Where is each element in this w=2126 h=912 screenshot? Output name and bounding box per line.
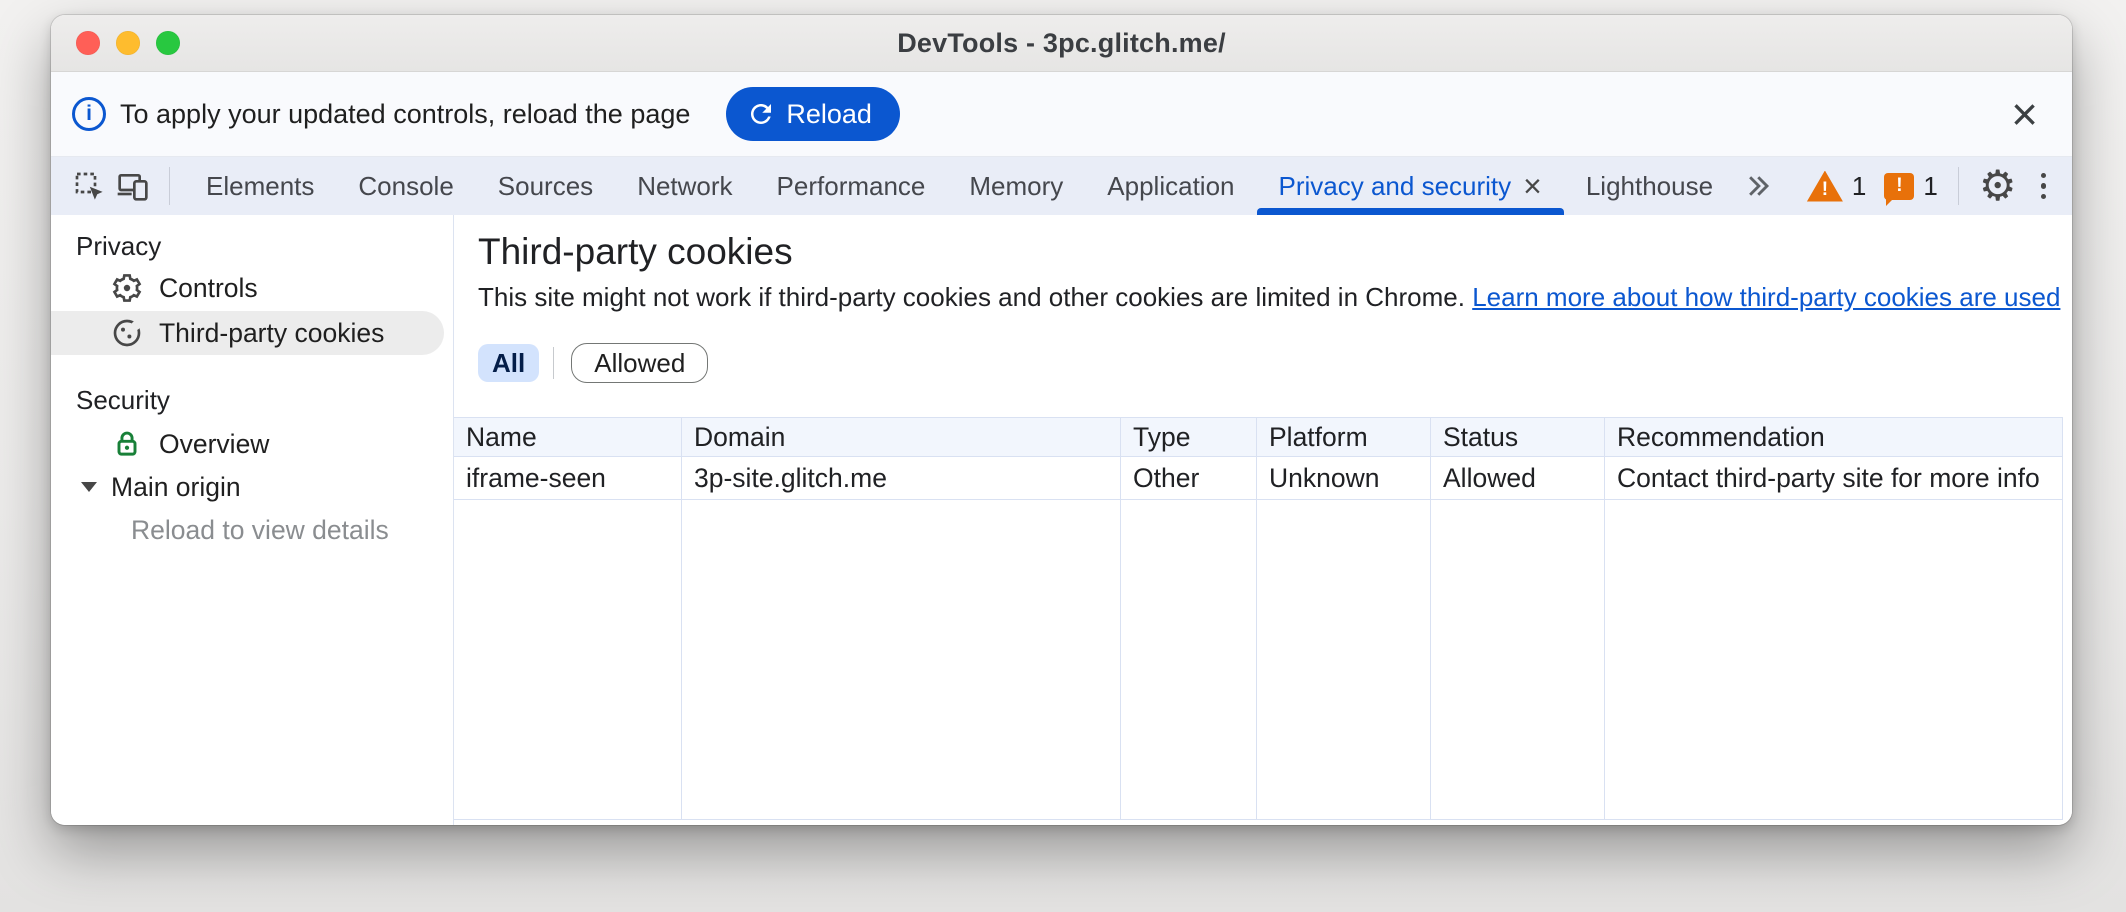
tab-application[interactable]: Application [1085, 157, 1256, 215]
tab-network[interactable]: Network [615, 157, 754, 215]
filter-chip-all[interactable]: All [478, 344, 539, 382]
tree-detail-text: Reload to view details [131, 515, 389, 546]
table-cell-status[interactable]: Allowed [1431, 457, 1605, 500]
table-empty-area [1121, 500, 1257, 819]
sidebar-section-privacy: Privacy [76, 231, 161, 262]
warning-count: 1 [1852, 171, 1866, 202]
devtools-window: DevTools - 3pc.glitch.me/ i To apply you… [51, 15, 2072, 825]
settings-gear-icon[interactable]: ⚙ [1979, 165, 2017, 207]
panel-description: This site might not work if third-party … [478, 282, 2060, 313]
table-cell-recommendation[interactable]: Contact third-party site for more info [1605, 457, 2063, 500]
table-empty-area [682, 500, 1121, 819]
tab-console[interactable]: Console [336, 157, 475, 215]
device-toolbar-icon[interactable] [111, 157, 155, 215]
sidebar-item-third-party-cookies[interactable]: Third-party cookies [51, 311, 444, 355]
cookie-icon [111, 317, 143, 349]
sidebar-item-controls[interactable]: Controls [51, 266, 444, 310]
table-empty-area [1257, 500, 1431, 819]
privacy-security-sidebar: Privacy Controls [51, 215, 454, 825]
warnings-indicator[interactable]: ! 1 [1807, 171, 1866, 202]
devtools-toolbar: Elements Console Sources Network Perform… [51, 157, 2072, 215]
toolbar-divider [1958, 167, 1959, 205]
filter-chips: All Allowed [478, 343, 708, 383]
table-empty-area [1605, 500, 2063, 819]
lock-icon [111, 428, 143, 460]
infobar-close-icon[interactable]: × [2007, 91, 2042, 137]
warning-triangle-icon: ! [1807, 171, 1843, 202]
content-area: Privacy Controls [51, 215, 2072, 825]
titlebar: DevTools - 3pc.glitch.me/ [51, 15, 2072, 72]
toolbar-right-group: ! 1 ! 1 ⚙ [1807, 157, 2072, 215]
gear-icon [111, 272, 143, 304]
chip-divider [553, 347, 554, 379]
filter-chip-allowed[interactable]: Allowed [571, 343, 708, 383]
column-header-platform[interactable]: Platform [1257, 418, 1431, 457]
column-header-status[interactable]: Status [1431, 418, 1605, 457]
sidebar-item-label: Controls [159, 273, 258, 304]
sidebar-section-security: Security [76, 385, 170, 416]
issue-count: 1 [1923, 171, 1937, 202]
tab-lighthouse[interactable]: Lighthouse [1564, 157, 1735, 215]
learn-more-link[interactable]: Learn more about how third-party cookies… [1472, 282, 2060, 312]
column-header-type[interactable]: Type [1121, 418, 1257, 457]
window-title: DevTools - 3pc.glitch.me/ [51, 28, 2072, 59]
reload-button-label: Reload [786, 99, 872, 130]
inspect-element-icon[interactable] [67, 157, 111, 215]
column-header-recommendation[interactable]: Recommendation [1605, 418, 2063, 457]
toolbar-divider [169, 167, 170, 205]
chevron-down-icon [81, 482, 97, 492]
sidebar-item-overview[interactable]: Overview [51, 422, 444, 466]
infobar-message: To apply your updated controls, reload t… [120, 99, 690, 130]
table-empty-area [454, 500, 682, 819]
kebab-menu-icon[interactable] [2035, 167, 2053, 206]
table-empty-area [1431, 500, 1605, 819]
tab-memory[interactable]: Memory [947, 157, 1085, 215]
page-title: Third-party cookies [478, 231, 793, 273]
sidebar-tree-main-origin[interactable]: Main origin [81, 467, 241, 507]
chevron-double-right-icon[interactable] [1735, 157, 1779, 215]
table-cell-name[interactable]: iframe-seen [454, 457, 682, 500]
issues-bubble-icon: ! [1884, 173, 1914, 200]
third-party-cookies-panel: Third-party cookies This site might not … [454, 215, 2072, 825]
refresh-icon [746, 99, 776, 129]
issues-indicator[interactable]: ! 1 [1884, 171, 1937, 202]
tab-close-icon[interactable]: × [1523, 170, 1542, 202]
reload-button[interactable]: Reload [726, 87, 900, 141]
cookies-table: Name Domain Type Platform Status Recomme… [454, 417, 2063, 820]
tab-sources[interactable]: Sources [476, 157, 615, 215]
column-header-name[interactable]: Name [454, 418, 682, 457]
description-text: This site might not work if third-party … [478, 282, 1465, 312]
table-cell-type[interactable]: Other [1121, 457, 1257, 500]
column-header-domain[interactable]: Domain [682, 418, 1121, 457]
tab-privacy-and-security[interactable]: Privacy and security × [1257, 157, 1564, 215]
info-icon: i [72, 97, 106, 131]
reload-infobar: i To apply your updated controls, reload… [51, 72, 2072, 157]
tab-elements[interactable]: Elements [184, 157, 336, 215]
sidebar-item-label: Third-party cookies [159, 318, 384, 349]
tree-item-label: Main origin [111, 472, 241, 503]
tab-performance[interactable]: Performance [755, 157, 948, 215]
active-tab-underline [1257, 208, 1564, 215]
sidebar-item-label: Overview [159, 429, 269, 460]
table-cell-platform[interactable]: Unknown [1257, 457, 1431, 500]
table-cell-domain[interactable]: 3p-site.glitch.me [682, 457, 1121, 500]
